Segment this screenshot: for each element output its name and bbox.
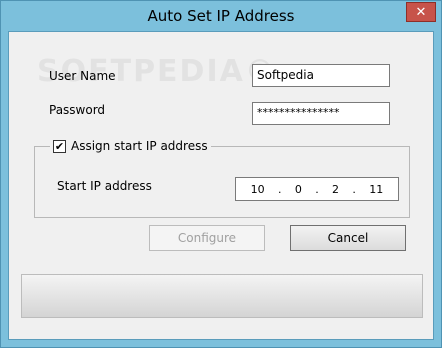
assign-ip-legend[interactable]: ✔ Assign start IP address: [50, 139, 211, 153]
username-field[interactable]: Softpedia: [252, 64, 390, 87]
ip-octet-4[interactable]: 11: [369, 183, 383, 196]
start-ip-label: Start IP address: [57, 179, 152, 193]
assign-ip-label: Assign start IP address: [71, 139, 208, 153]
check-icon: ✔: [54, 139, 65, 153]
title-bar[interactable]: Auto Set IP Address ✕: [1, 1, 441, 31]
window-title: Auto Set IP Address: [147, 7, 295, 25]
ip-separator: .: [315, 182, 319, 196]
close-button[interactable]: ✕: [406, 2, 436, 22]
password-label: Password: [49, 103, 106, 117]
username-label: User Name: [49, 69, 116, 83]
ip-separator: .: [278, 182, 282, 196]
ip-octet-3[interactable]: 2: [332, 183, 339, 196]
progress-bar: [21, 274, 423, 318]
ip-octet-1[interactable]: 10: [251, 183, 265, 196]
app-window: Auto Set IP Address ✕ SOFTPEDIA® User Na…: [0, 0, 442, 348]
ip-octet-2[interactable]: 0: [295, 183, 302, 196]
ip-separator: .: [352, 182, 356, 196]
start-ip-address-field[interactable]: 10 . 0 . 2 . 11: [235, 177, 399, 201]
cancel-button[interactable]: Cancel: [290, 225, 406, 251]
assign-ip-group: ✔ Assign start IP address Start IP addre…: [34, 139, 410, 218]
assign-ip-checkbox[interactable]: ✔: [53, 139, 66, 153]
close-icon: ✕: [415, 4, 427, 20]
configure-button[interactable]: Configure: [149, 225, 265, 251]
dialog-client-area: SOFTPEDIA® User Name Softpedia Password …: [8, 31, 434, 340]
password-field[interactable]: ***************: [252, 102, 390, 125]
